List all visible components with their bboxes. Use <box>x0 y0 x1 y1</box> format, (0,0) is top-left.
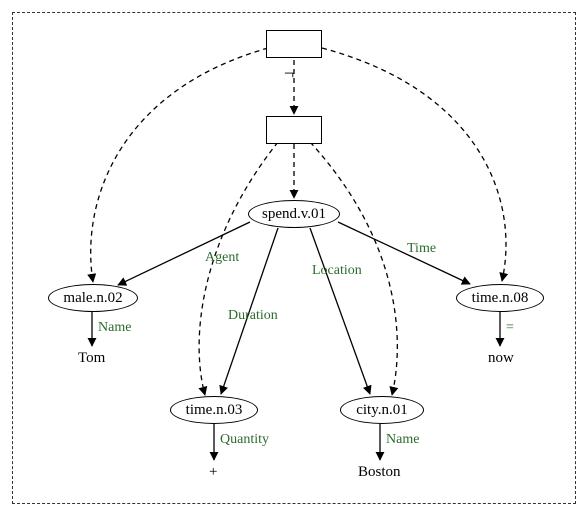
node-time08: time.n.08 <box>456 284 544 312</box>
label-time: Time <box>407 241 436 257</box>
node-male: male.n.02 <box>48 284 138 312</box>
label-quantity: Quantity <box>220 432 269 448</box>
label-eq: = <box>506 320 514 336</box>
label-duration: Duration <box>228 308 278 324</box>
leaf-plus: + <box>209 464 217 481</box>
label-location: Location <box>312 263 362 279</box>
diagram-frame <box>12 12 576 504</box>
label-name-male: Name <box>98 320 131 336</box>
node-time03: time.n.03 <box>170 396 258 424</box>
node-spend: spend.v.01 <box>248 200 340 228</box>
negation-box <box>266 30 322 58</box>
leaf-tom: Tom <box>78 350 105 367</box>
node-city: city.n.01 <box>340 396 424 424</box>
leaf-now: now <box>488 350 514 367</box>
label-name-city: Name <box>386 432 419 448</box>
leaf-boston: Boston <box>358 464 401 481</box>
negation-op-label: ¬ <box>284 63 294 84</box>
proposition-box <box>266 116 322 144</box>
label-agent: Agent <box>205 250 239 266</box>
